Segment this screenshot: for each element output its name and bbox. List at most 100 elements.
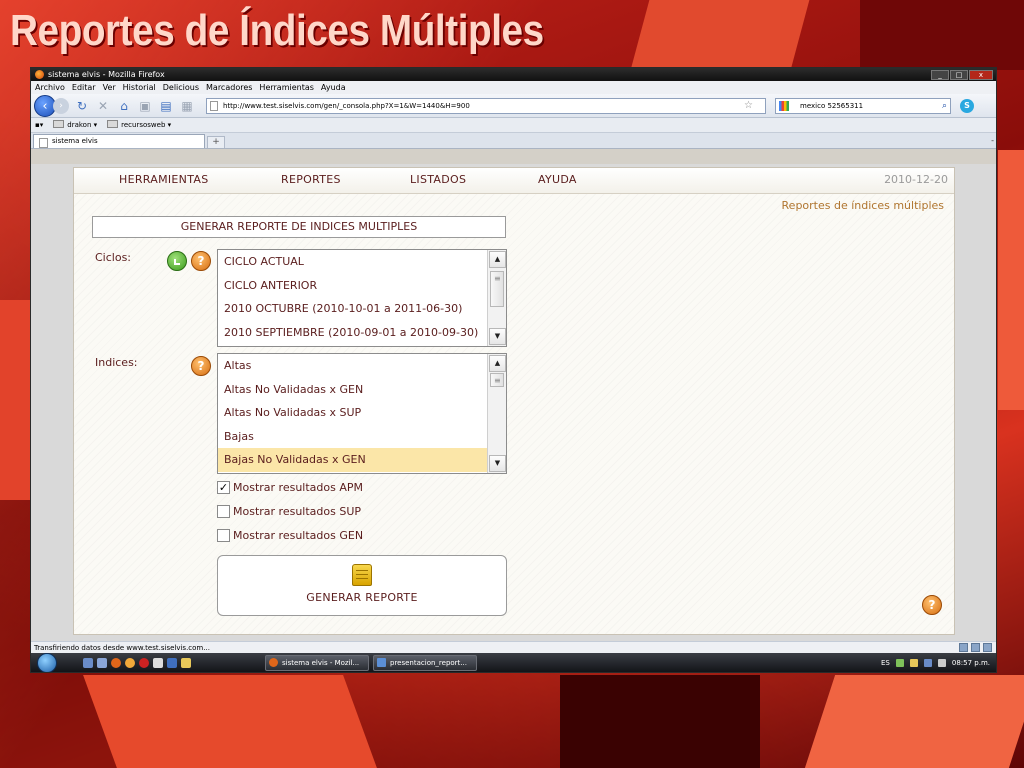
- new-tab-button[interactable]: +: [207, 136, 225, 148]
- firefox-icon: [35, 70, 44, 79]
- window-title: sistema elvis - Mozilla Firefox: [48, 70, 165, 79]
- menu-editar[interactable]: Editar: [72, 81, 96, 94]
- browser-menubar: Archivo Editar Ver Historial Delicious M…: [31, 81, 996, 94]
- tab-sistema-elvis[interactable]: sistema elvis: [33, 134, 205, 148]
- home-icon[interactable]: ⌂: [116, 98, 132, 114]
- help-icon[interactable]: ?: [922, 595, 942, 615]
- checkbox-row-sup[interactable]: Mostrar resultados SUP: [217, 505, 361, 518]
- search-icon[interactable]: ⌕: [942, 99, 947, 113]
- close-button[interactable]: x: [969, 69, 993, 80]
- site-menu-reportes[interactable]: REPORTES: [281, 173, 341, 186]
- bookmark-drakon[interactable]: drakon ▾: [53, 118, 97, 132]
- menu-ver[interactable]: Ver: [103, 81, 116, 94]
- checkbox-row-apm[interactable]: ✓ Mostrar resultados APM: [217, 481, 363, 494]
- checkbox-row-gen[interactable]: Mostrar resultados GEN: [217, 529, 363, 542]
- checkbox-gen[interactable]: [217, 529, 230, 542]
- site-menu-listados[interactable]: LISTADOS: [410, 173, 466, 186]
- taskbar-clock[interactable]: 08:57 p.m.: [952, 659, 990, 667]
- checkbox-label: Mostrar resultados APM: [233, 481, 363, 494]
- skype-icon[interactable]: S: [960, 98, 974, 113]
- quick-launch-icon[interactable]: [153, 658, 163, 668]
- tray-icon[interactable]: [895, 659, 904, 667]
- menu-herramientas[interactable]: Herramientas: [259, 81, 314, 94]
- indices-option[interactable]: Altas No Validadas x GEN: [218, 378, 506, 402]
- indices-scrollbar[interactable]: ▲ ▼: [487, 354, 506, 473]
- site-menu-herramientas[interactable]: HERRAMIENTAS: [119, 173, 208, 186]
- ciclos-option[interactable]: CICLO ANTERIOR: [218, 274, 506, 298]
- generate-report-button[interactable]: GENERAR REPORTE: [217, 555, 507, 616]
- indices-option[interactable]: Altas No Validadas x SUP: [218, 401, 506, 425]
- indices-option[interactable]: Bajas: [218, 425, 506, 449]
- quick-launch-icon[interactable]: [97, 658, 107, 668]
- url-bar[interactable]: http://www.test.siselvis.com/gen/_consol…: [206, 97, 766, 114]
- scroll-up-button[interactable]: ▲: [489, 355, 506, 372]
- quick-launch-icon[interactable]: [83, 658, 93, 668]
- language-indicator[interactable]: ES: [881, 659, 890, 667]
- scroll-thumb[interactable]: [490, 373, 504, 387]
- toolbar-addon-icon[interactable]: ▤: [158, 98, 174, 114]
- indices-listbox[interactable]: Altas Altas No Validadas x GEN Altas No …: [217, 353, 507, 474]
- ciclos-option[interactable]: CICLO ACTUAL: [218, 250, 506, 274]
- ciclos-option[interactable]: 2010 SEPTIEMBRE (2010-09-01 a 2010-09-30…: [218, 321, 506, 345]
- scroll-up-button[interactable]: ▲: [489, 251, 506, 268]
- menu-delicious[interactable]: Delicious: [163, 81, 199, 94]
- status-icon[interactable]: [971, 643, 980, 652]
- browser-statusbar: Transfiriendo datos desde www.test.sisel…: [31, 641, 996, 653]
- scroll-thumb[interactable]: [490, 271, 504, 307]
- tray-icon[interactable]: [909, 659, 918, 667]
- search-bar[interactable]: mexico 52565311 ⌕: [775, 97, 951, 114]
- toolbar-addon-icon[interactable]: ▣: [137, 98, 153, 114]
- scroll-down-button[interactable]: ▼: [489, 455, 506, 472]
- help-icon[interactable]: ?: [191, 251, 211, 271]
- background-shape: [998, 150, 1024, 410]
- site-menu-ayuda[interactable]: AYUDA: [538, 173, 577, 186]
- bookmarks-menu-icon[interactable]: ▪▾: [35, 118, 43, 132]
- ciclos-option[interactable]: 2010 OCTUBRE (2010-10-01 a 2011-06-30): [218, 297, 506, 321]
- bookmark-star-icon[interactable]: ☆: [744, 99, 753, 113]
- firefox-icon[interactable]: [111, 658, 121, 668]
- taskbar-item-firefox[interactable]: sistema elvis - Mozil...: [265, 655, 369, 671]
- menu-marcadores[interactable]: Marcadores: [206, 81, 252, 94]
- reload-icon[interactable]: ↻: [74, 98, 90, 114]
- quick-launch-icon[interactable]: [125, 658, 135, 668]
- menu-archivo[interactable]: Archivo: [35, 81, 65, 94]
- status-icon[interactable]: [959, 643, 968, 652]
- bookmark-recursosweb[interactable]: recursosweb ▾: [107, 118, 171, 132]
- clock-icon[interactable]: [167, 251, 187, 271]
- stop-icon[interactable]: ✕: [95, 98, 111, 114]
- background-shape: [630, 0, 810, 70]
- indices-option-selected[interactable]: Bajas No Validadas x GEN: [218, 448, 506, 472]
- search-text: mexico 52565311: [800, 101, 864, 110]
- menu-ayuda[interactable]: Ayuda: [321, 81, 346, 94]
- quick-launch-icon[interactable]: [139, 658, 149, 668]
- google-icon: [779, 100, 789, 111]
- network-icon[interactable]: [923, 659, 932, 667]
- maximize-button[interactable]: □: [950, 69, 968, 80]
- quick-launch-icon[interactable]: [167, 658, 177, 668]
- menu-historial[interactable]: Historial: [123, 81, 156, 94]
- ciclos-listbox[interactable]: CICLO ACTUAL CICLO ANTERIOR 2010 OCTUBRE…: [217, 249, 507, 347]
- ciclos-scrollbar[interactable]: ▲ ▼: [487, 250, 506, 346]
- volume-icon[interactable]: [937, 659, 946, 667]
- toolbar-addon-icon[interactable]: ▦: [179, 98, 195, 114]
- help-icon[interactable]: ?: [191, 356, 211, 376]
- windows-taskbar: sistema elvis - Mozil... presentacion_re…: [31, 653, 996, 672]
- scroll-down-button[interactable]: ▼: [489, 328, 506, 345]
- start-button[interactable]: [37, 653, 57, 672]
- indices-option[interactable]: Altas: [218, 354, 506, 378]
- checkbox-sup[interactable]: [217, 505, 230, 518]
- bookmarks-toolbar: ▪▾ drakon ▾ recursosweb ▾: [31, 118, 996, 133]
- folder-icon[interactable]: [181, 658, 191, 668]
- taskbar-item-presentation[interactable]: presentacion_report...: [373, 655, 477, 671]
- browser-window: sistema elvis - Mozilla Firefox _ □ x Ar…: [30, 67, 997, 673]
- status-icons: [959, 643, 992, 652]
- slide-title: Reportes de Índices Múltiples: [10, 6, 544, 55]
- forward-button[interactable]: ›: [53, 97, 69, 114]
- minimize-button[interactable]: _: [931, 69, 949, 80]
- status-text: Transfiriendo datos desde www.test.sisel…: [34, 644, 210, 652]
- checkbox-apm[interactable]: ✓: [217, 481, 230, 494]
- mail-icon[interactable]: [983, 643, 992, 652]
- browser-content: HERRAMIENTAS REPORTES LISTADOS AYUDA 201…: [31, 164, 996, 641]
- ciclos-label: Ciclos:: [95, 251, 132, 264]
- tab-list-button[interactable]: -: [991, 136, 994, 145]
